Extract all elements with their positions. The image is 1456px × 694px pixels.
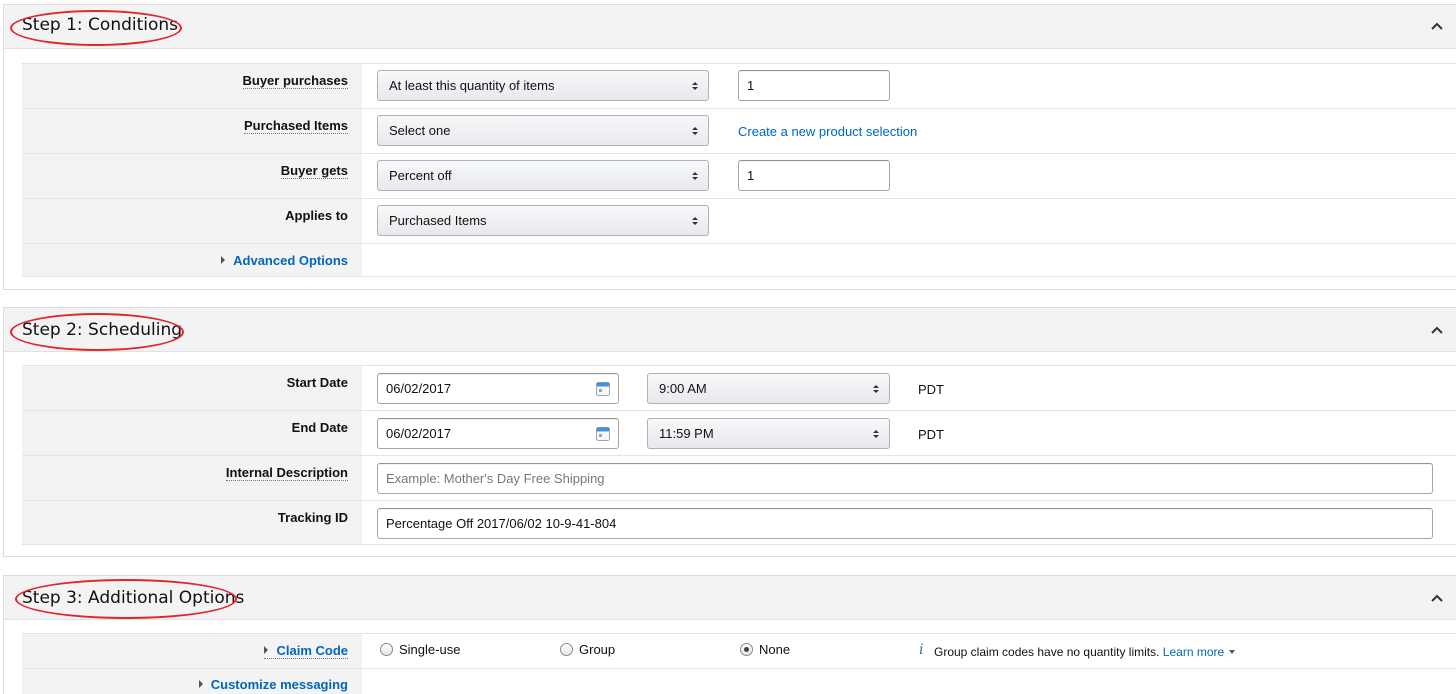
select-arrows-icon	[873, 385, 879, 393]
learn-more-link[interactable]: Learn more	[1163, 645, 1224, 659]
customize-messaging-label: Customize messaging	[210, 677, 348, 692]
select-arrows-icon	[692, 82, 698, 90]
start-date-input[interactable]: 06/02/2017	[377, 373, 619, 404]
end-time-value: 11:59 PM	[659, 426, 714, 441]
claim-code-info-text: Group claim codes have no quantity limit…	[934, 645, 1160, 659]
buyer-gets-select-value: Percent off	[389, 168, 452, 183]
step1-header[interactable]: Step 1: Conditions	[4, 5, 1456, 49]
calendar-icon[interactable]	[596, 426, 610, 441]
buyer-gets-select[interactable]: Percent off	[377, 160, 709, 191]
purchased-items-select[interactable]: Select one	[377, 115, 709, 146]
end-date-value: 06/02/2017	[386, 426, 452, 441]
expand-triangle-icon	[198, 680, 203, 688]
step2-section: Step 2: Scheduling Start Date 06/02/2017…	[3, 307, 1456, 557]
select-arrows-icon	[692, 217, 698, 225]
start-date-label: Start Date	[286, 375, 348, 390]
internal-description-input[interactable]: Example: Mother's Day Free Shipping	[377, 463, 1433, 494]
buyer-purchases-select-value: At least this quantity of items	[389, 78, 555, 93]
start-time-value: 9:00 AM	[659, 381, 707, 396]
single-use-label[interactable]: Single-use	[399, 642, 460, 657]
start-timezone: PDT	[918, 382, 944, 397]
row-customize-messaging: Customize messaging	[22, 668, 1456, 694]
start-time-select[interactable]: 9:00 AM	[647, 373, 890, 404]
applies-to-label: Applies to	[285, 208, 348, 223]
tracking-id-input[interactable]: Percentage Off 2017/06/02 10-9-41-804	[377, 508, 1433, 539]
chevron-down-icon[interactable]	[1229, 650, 1236, 654]
none-radio[interactable]	[740, 643, 753, 656]
row-internal-description: Internal Description Example: Mother's D…	[22, 455, 1456, 500]
row-end-date: End Date 06/02/2017 11:59 PM PDT	[22, 410, 1456, 455]
expand-triangle-icon	[264, 646, 269, 654]
customize-messaging-toggle[interactable]: Customize messaging	[198, 677, 348, 692]
group-label[interactable]: Group	[579, 642, 615, 657]
claim-code-toggle[interactable]: Claim Code	[264, 643, 348, 659]
step3-section: Step 3: Additional Options Claim Code Si…	[3, 575, 1456, 694]
row-buyer-purchases: Buyer purchases At least this quantity o…	[22, 63, 1456, 108]
buyer-purchases-quantity-input[interactable]: 1	[738, 70, 890, 101]
end-date-input[interactable]: 06/02/2017	[377, 418, 619, 449]
buyer-purchases-label: Buyer purchases	[242, 73, 348, 89]
row-applies-to: Applies to Purchased Items	[22, 198, 1456, 243]
step2-title: Step 2: Scheduling	[22, 320, 183, 340]
purchased-items-select-value: Select one	[389, 123, 451, 138]
claim-code-info: Group claim codes have no quantity limit…	[934, 645, 1236, 659]
calendar-icon[interactable]	[596, 381, 610, 396]
chevron-up-icon[interactable]	[1430, 591, 1444, 605]
step1-section: Step 1: Conditions Buyer purchases At le…	[3, 4, 1456, 290]
step2-header[interactable]: Step 2: Scheduling	[4, 308, 1456, 352]
claim-code-label: Claim Code	[276, 643, 348, 658]
single-use-radio[interactable]	[380, 643, 393, 656]
row-tracking-id: Tracking ID Percentage Off 2017/06/02 10…	[22, 500, 1456, 545]
advanced-options-label: Advanced Options	[233, 253, 348, 268]
end-date-label: End Date	[291, 420, 348, 435]
applies-to-select[interactable]: Purchased Items	[377, 205, 709, 236]
row-advanced-options: Advanced Options	[22, 243, 1456, 277]
buyer-gets-amount-input[interactable]: 1	[738, 160, 890, 191]
select-arrows-icon	[873, 430, 879, 438]
create-product-selection-link[interactable]: Create a new product selection	[738, 124, 917, 139]
step1-title: Step 1: Conditions	[22, 15, 179, 35]
chevron-up-icon[interactable]	[1430, 19, 1444, 33]
row-claim-code: Claim Code Single-use Group None i Group…	[22, 633, 1456, 668]
expand-triangle-icon	[221, 256, 226, 264]
internal-description-label: Internal Description	[225, 465, 348, 481]
step3-header[interactable]: Step 3: Additional Options	[4, 576, 1456, 620]
end-time-select[interactable]: 11:59 PM	[647, 418, 890, 449]
step3-title: Step 3: Additional Options	[22, 588, 245, 608]
advanced-options-toggle[interactable]: Advanced Options	[221, 253, 348, 268]
chevron-up-icon[interactable]	[1430, 323, 1444, 337]
applies-to-select-value: Purchased Items	[389, 213, 487, 228]
start-date-value: 06/02/2017	[386, 381, 452, 396]
tracking-id-label: Tracking ID	[277, 510, 348, 525]
end-timezone: PDT	[918, 427, 944, 442]
buyer-gets-label: Buyer gets	[280, 163, 348, 179]
buyer-purchases-select[interactable]: At least this quantity of items	[377, 70, 709, 101]
purchased-items-label: Purchased Items	[243, 118, 348, 134]
info-icon: i	[919, 642, 924, 658]
group-radio[interactable]	[560, 643, 573, 656]
none-label[interactable]: None	[759, 642, 790, 657]
select-arrows-icon	[692, 172, 698, 180]
row-buyer-gets: Buyer gets Percent off 1	[22, 153, 1456, 198]
select-arrows-icon	[692, 127, 698, 135]
row-start-date: Start Date 06/02/2017 9:00 AM PDT	[22, 365, 1456, 410]
row-purchased-items: Purchased Items Select one Create a new …	[22, 108, 1456, 153]
